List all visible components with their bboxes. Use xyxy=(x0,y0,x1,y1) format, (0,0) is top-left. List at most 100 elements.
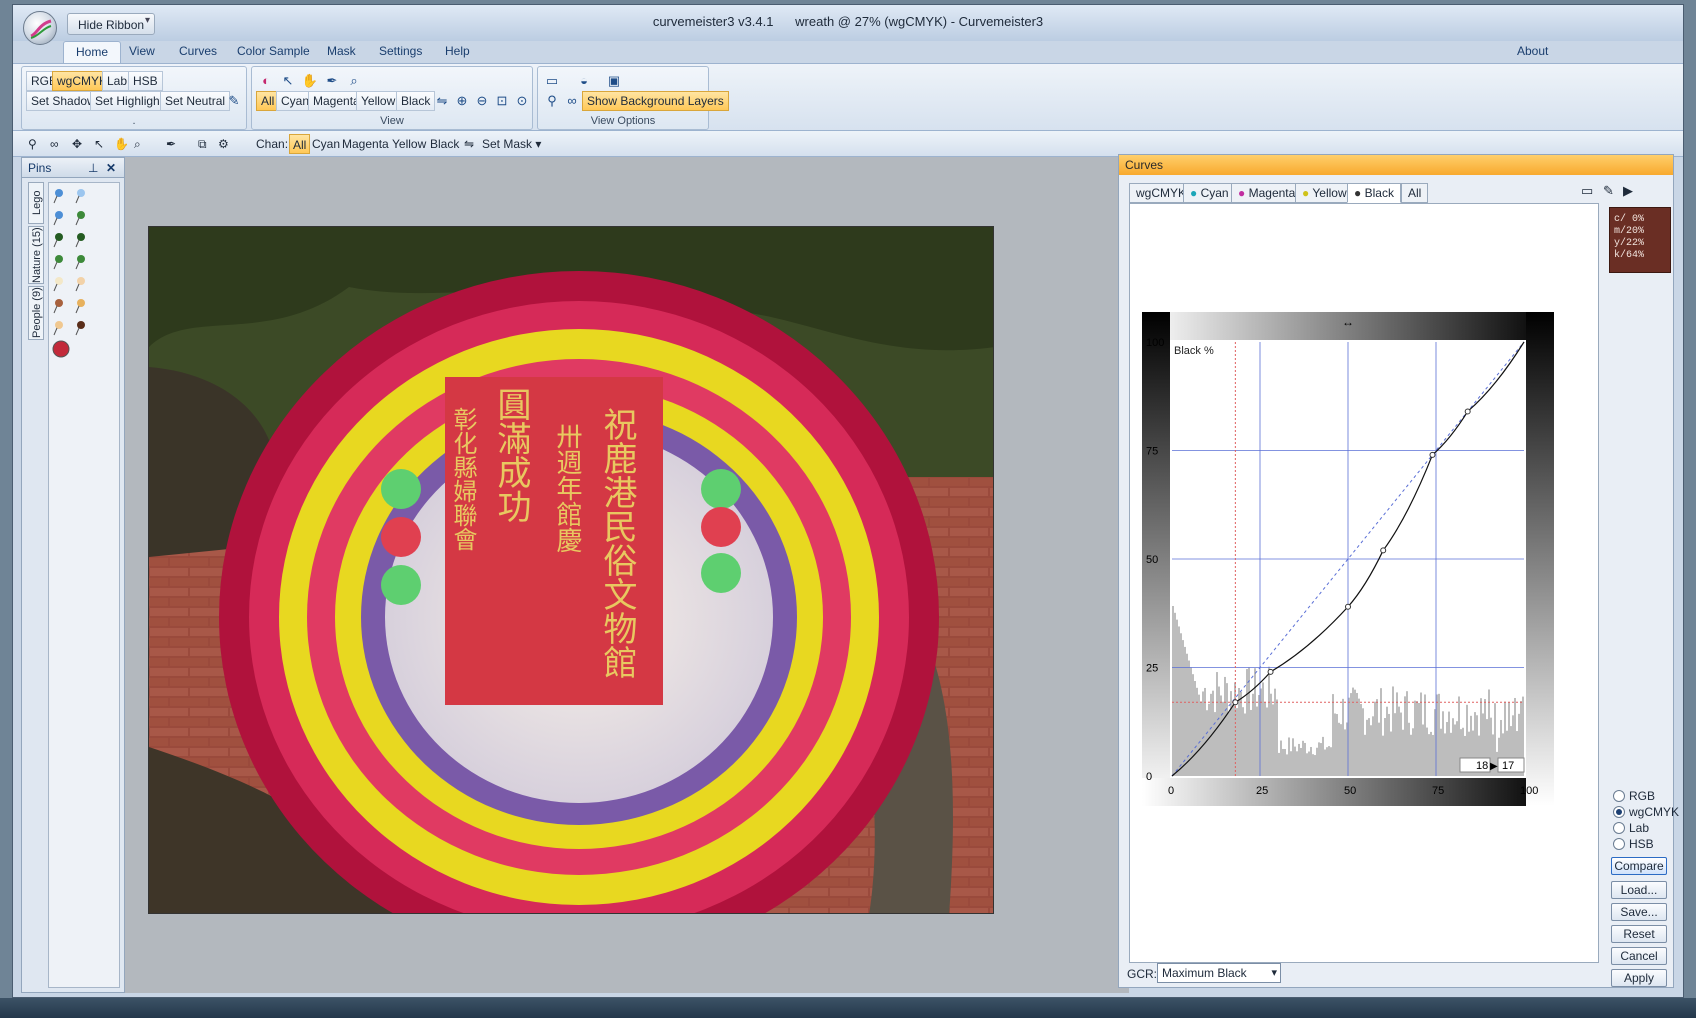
tab-home[interactable]: Home xyxy=(63,41,122,63)
pin-group-nature-tab[interactable]: Nature (15) xyxy=(28,226,44,284)
about-link[interactable]: About xyxy=(1517,41,1548,63)
zoom-fit-icon[interactable]: ⊡ xyxy=(492,91,512,111)
pin-add-icon[interactable]: ⚲ xyxy=(25,134,40,154)
chan-all-button[interactable]: All xyxy=(289,134,311,154)
zoom-icon[interactable]: ⌕ xyxy=(344,71,364,91)
magnifier-icon[interactable]: ⌕ xyxy=(131,134,144,154)
curve-point xyxy=(1232,699,1239,706)
x-tick-label: 100 xyxy=(1520,785,1538,797)
curve-tool-icon[interactable]: ◐ xyxy=(256,71,276,91)
histogram-bar xyxy=(1288,737,1290,776)
pointer-icon[interactable]: ↖ xyxy=(278,71,298,91)
document-image[interactable]: 祝鹿港民俗文物館 卅週年館慶 圓滿成功 彰化縣婦聯會 xyxy=(148,226,994,914)
pin-group-lego-tab[interactable]: Lego (6) xyxy=(28,182,59,224)
tab-settings[interactable]: Settings xyxy=(379,41,422,63)
histogram-bar xyxy=(1452,718,1454,776)
pin-panel-icon[interactable]: ⊥ xyxy=(88,158,98,178)
histogram-bar xyxy=(1384,718,1386,776)
toggle-direction-icon[interactable]: ↔ xyxy=(1342,315,1354,329)
curve-tab-black[interactable]: ● Black xyxy=(1347,183,1401,203)
pin-move-icon[interactable]: ✥ xyxy=(69,134,85,154)
folder-icon[interactable]: ▭ xyxy=(1581,183,1593,199)
view-black-button[interactable]: Black xyxy=(396,91,436,111)
mask-toggle-icon[interactable]: ⇋ xyxy=(432,91,452,111)
curve-tab-magenta[interactable]: ● Magenta xyxy=(1231,183,1303,203)
select-icon[interactable]: ↖ xyxy=(91,134,107,154)
curve-tab-yellow[interactable]: ● Yellow xyxy=(1295,183,1354,203)
hand-tool-icon[interactable]: ✋ xyxy=(111,134,132,154)
eyedropper-icon[interactable]: ✒ xyxy=(322,71,342,91)
curve-tab-all[interactable]: All xyxy=(1401,183,1429,203)
settings-wrench-icon[interactable]: ✎ xyxy=(1603,183,1614,199)
ribbon-group-setpoints: RGB wgCMYK Lab HSB Set Shadow Set Highli… xyxy=(21,66,247,130)
reset-button[interactable]: Reset xyxy=(1611,925,1667,943)
apply-button[interactable]: Apply xyxy=(1611,969,1667,987)
mode-hsb-button[interactable]: HSB xyxy=(128,71,163,91)
hand-icon[interactable]: ✋ xyxy=(300,71,320,91)
zoom-actual-icon[interactable]: ⊙ xyxy=(512,91,532,111)
save-button[interactable]: Save... xyxy=(1611,903,1667,921)
curve-graph[interactable]: 100 75 50 25 0 0 25 50 75 100 Black % ↔ 18 ▶ 17 xyxy=(1142,312,1554,806)
pin-icons[interactable] xyxy=(49,183,119,363)
readout-y: y/22% xyxy=(1614,238,1645,249)
eyedropper-settings-icon[interactable]: ✎ xyxy=(224,91,244,111)
pins-panel-header: Pins ⊥ ✕ xyxy=(22,158,124,178)
histogram-bar xyxy=(1356,692,1358,776)
chan-black-button[interactable]: Black xyxy=(427,134,462,154)
tab-color-sample[interactable]: Color Sample xyxy=(237,41,310,63)
histogram-bar xyxy=(1376,699,1378,776)
gcr-select[interactable]: Maximum Black xyxy=(1157,963,1281,983)
space-wgcmyk-radio[interactable]: wgCMYK xyxy=(1613,805,1679,819)
space-rgb-radio[interactable]: RGB xyxy=(1613,789,1655,803)
histogram-bar xyxy=(1386,706,1388,776)
copy-icon[interactable]: ⧉ xyxy=(195,134,210,154)
tab-view[interactable]: View xyxy=(129,41,155,63)
curve-tab-cyan[interactable]: ● Cyan xyxy=(1183,183,1236,203)
wrench-icon[interactable]: ⚙ xyxy=(215,134,232,154)
arrow-icon: ▶ xyxy=(1490,761,1498,772)
histogram-bar xyxy=(1342,698,1344,776)
space-lab-radio[interactable]: Lab xyxy=(1613,821,1649,835)
mask-icon[interactable]: ⇋ xyxy=(461,134,477,154)
close-icon[interactable]: ✕ xyxy=(106,158,116,178)
load-button[interactable]: Load... xyxy=(1611,881,1667,899)
curves-canvas[interactable]: 100 75 50 25 0 0 25 50 75 100 Black % ↔ 18 ▶ 17 xyxy=(1129,203,1599,963)
x-tick-label: 75 xyxy=(1432,785,1444,797)
zoom-out-icon[interactable]: ⊖ xyxy=(472,91,492,111)
glasses-toggle-icon[interactable]: ∞ xyxy=(47,134,62,154)
mask-view-icon[interactable]: ◒ xyxy=(574,71,594,91)
histogram-bar xyxy=(1332,694,1334,776)
chan-magenta-button[interactable]: Magenta xyxy=(339,134,392,154)
zoom-in-icon[interactable]: ⊕ xyxy=(452,91,472,111)
glasses-icon[interactable]: ∞ xyxy=(562,91,582,111)
chan-yellow-button[interactable]: Yellow xyxy=(389,134,429,154)
histogram-bar xyxy=(1402,729,1404,776)
show-background-layers-button[interactable]: Show Background Layers xyxy=(582,91,729,111)
compare-button[interactable]: Compare xyxy=(1611,857,1667,875)
space-hsb-radio[interactable]: HSB xyxy=(1613,837,1654,851)
set-highlight-button[interactable]: Set Highlight xyxy=(90,91,169,111)
histogram-bar xyxy=(1262,682,1264,776)
pin-group-people-tab[interactable]: People (9) xyxy=(28,286,44,340)
layer-view-icon[interactable]: ▭ xyxy=(542,71,562,91)
set-mask-dropdown[interactable]: Set Mask ▾ xyxy=(479,134,544,154)
tab-mask[interactable]: Mask xyxy=(327,41,356,63)
histogram-bar xyxy=(1178,626,1180,776)
set-neutral-button[interactable]: Set Neutral xyxy=(160,91,231,111)
view-yellow-button[interactable]: Yellow xyxy=(356,91,401,111)
image-view-icon[interactable]: ▣ xyxy=(604,71,624,91)
tab-help[interactable]: Help xyxy=(445,41,470,63)
chan-cyan-button[interactable]: Cyan xyxy=(309,134,343,154)
pin-tool-icon[interactable]: ⚲ xyxy=(542,91,562,111)
wreath-photo: 祝鹿港民俗文物館 卅週年館慶 圓滿成功 彰化縣婦聯會 xyxy=(149,227,993,913)
tab-curves[interactable]: Curves xyxy=(179,41,217,63)
pins-title: Pins xyxy=(28,161,52,175)
readout-k: k/64% xyxy=(1614,250,1645,261)
histogram-bar xyxy=(1428,734,1430,776)
histogram-bar xyxy=(1192,674,1194,776)
curve-point xyxy=(1429,451,1436,458)
cancel-button[interactable]: Cancel xyxy=(1611,947,1667,965)
histogram-bar xyxy=(1220,695,1222,776)
dropper-tool-icon[interactable]: ✒ xyxy=(163,134,179,154)
play-icon[interactable]: ▶ xyxy=(1623,183,1633,199)
